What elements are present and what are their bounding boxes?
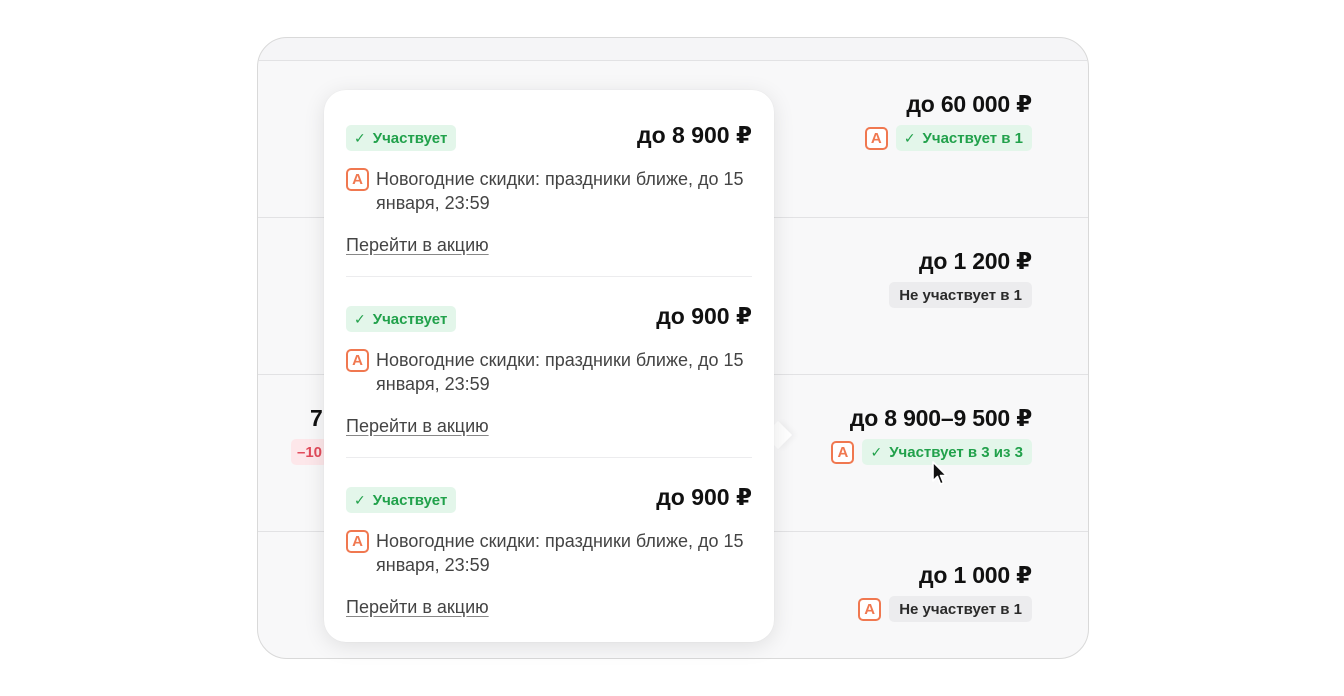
row-badges: А Не участвует в 1 — [858, 596, 1032, 622]
participation-label: Участвует в 3 из 3 — [889, 443, 1023, 461]
promo-description: А Новогодние скидки: праздники ближе, до… — [346, 167, 752, 215]
promo-description: А Новогодние скидки: праздники ближе, до… — [346, 529, 752, 577]
row-price: до 1 000 ₽ — [919, 562, 1032, 588]
participation-label: Участвует в 1 — [922, 129, 1023, 147]
go-to-promo-link[interactable]: Перейти в акцию — [346, 597, 489, 618]
promo-a-icon: А — [346, 168, 369, 191]
participation-label: Не участвует в 1 — [899, 286, 1022, 304]
row-badges: Не участвует в 1 — [889, 282, 1032, 308]
go-to-promo-link[interactable]: Перейти в акцию — [346, 416, 489, 437]
promo-status-label: Участвует — [372, 310, 448, 328]
promo-price: до 8 900 ₽ — [637, 122, 752, 148]
promo-status-label: Участвует — [372, 491, 448, 509]
promo-a-icon: А — [346, 530, 369, 553]
promo-a-icon: А — [831, 440, 855, 464]
check-icon: ✓ — [903, 129, 916, 146]
promo-description-text: Новогодние скидки: праздники ближе, до 1… — [376, 169, 744, 213]
go-to-promo-link[interactable]: Перейти в акцию — [346, 235, 489, 256]
promo-status-label: Участвует — [372, 129, 448, 147]
promo-status-badge: ✓ Участвует — [346, 306, 457, 332]
divider — [346, 457, 752, 458]
participation-badge[interactable]: Не участвует в 1 — [889, 282, 1032, 308]
check-icon: ✓ — [354, 310, 366, 327]
row-price: до 8 900–9 500 ₽ — [849, 405, 1032, 431]
row-price: до 1 200 ₽ — [919, 248, 1032, 274]
promo-description-text: Новогодние скидки: праздники ближе, до 1… — [376, 350, 744, 394]
promo-a-icon: А — [864, 126, 888, 150]
participation-label: Не участвует в 1 — [899, 600, 1022, 618]
promo-status-badge: ✓ Участвует — [346, 487, 457, 513]
promo-price: до 900 ₽ — [656, 484, 752, 510]
promo-a-icon: А — [346, 349, 369, 372]
promo-price: до 900 ₽ — [656, 303, 752, 329]
promo-description-text: Новогодние скидки: праздники ближе, до 1… — [376, 531, 744, 575]
row-left-value: 7 — [310, 405, 323, 431]
promo-a-icon: А — [858, 597, 882, 621]
participation-badge[interactable]: Не участвует в 1 — [889, 596, 1032, 622]
participation-badge[interactable]: ✓ Участвует в 1 — [895, 125, 1032, 151]
check-icon: ✓ — [354, 129, 366, 146]
check-icon: ✓ — [354, 491, 366, 508]
divider — [346, 276, 752, 277]
promo-status-badge: ✓ Участвует — [346, 125, 457, 151]
mouse-cursor-icon — [932, 461, 948, 485]
promotions-popover: ✓ Участвует до 8 900 ₽ А Новогодние скид… — [324, 90, 774, 642]
check-icon: ✓ — [870, 443, 883, 460]
row-price: до 60 000 ₽ — [906, 91, 1032, 117]
discount-badge: –10 — [291, 439, 329, 465]
promo-description: А Новогодние скидки: праздники ближе, до… — [346, 348, 752, 396]
row-badges: А ✓ Участвует в 1 — [864, 125, 1032, 151]
